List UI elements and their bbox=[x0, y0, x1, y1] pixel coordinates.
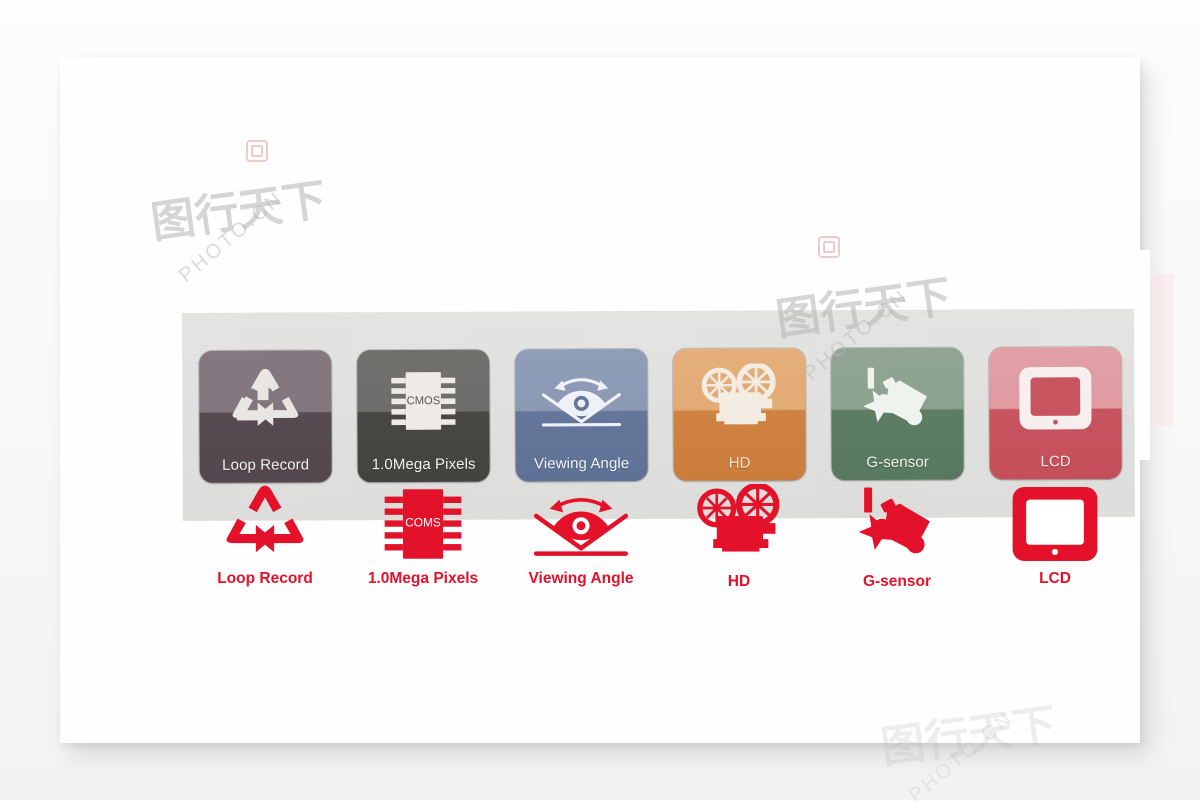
sliver-mask bbox=[1140, 250, 1150, 460]
chip-icon: CMOS bbox=[357, 358, 489, 445]
crash-impact-icon bbox=[831, 484, 963, 564]
movie-camera-icon bbox=[673, 356, 805, 443]
crash-impact-icon bbox=[831, 356, 963, 443]
tile-label: 1.0Mega Pixels bbox=[371, 455, 476, 474]
eye-angle-icon bbox=[515, 484, 647, 564]
tile-viewing-angle[interactable]: Viewing Angle bbox=[515, 348, 648, 482]
movie-camera-icon bbox=[673, 484, 805, 564]
tile-label: G-sensor bbox=[866, 453, 929, 472]
screen-icon bbox=[989, 484, 1121, 564]
screen-icon bbox=[989, 355, 1121, 442]
screenshot-stage: Loop Record CMOS 1.0Mega Pixels Viewing … bbox=[0, 0, 1200, 807]
recycle-icon bbox=[199, 484, 331, 564]
red-item-label: 1.0Mega Pixels bbox=[367, 570, 479, 587]
tile-mega-pixels[interactable]: CMOS 1.0Mega Pixels bbox=[357, 349, 490, 483]
chip-text: CMOS bbox=[407, 395, 441, 407]
tile-lcd[interactable]: LCD bbox=[989, 346, 1122, 480]
red-item-g-sensor[interactable]: G-sensor bbox=[831, 484, 963, 614]
tile-hd[interactable]: HD bbox=[673, 348, 806, 481]
tile-label: Viewing Angle bbox=[533, 455, 630, 473]
red-feature-icon-row: Loop Record COMS 1.0Mega Pixels Viewing … bbox=[60, 484, 1140, 614]
red-item-loop-record[interactable]: Loop Record bbox=[199, 484, 331, 614]
tile-label: Loop Record bbox=[222, 456, 310, 474]
red-item-lcd[interactable]: LCD bbox=[989, 484, 1121, 614]
tile-loop-record[interactable]: Loop Record bbox=[199, 350, 332, 483]
chip-icon: COMS bbox=[357, 484, 489, 564]
red-item-mega-pixels[interactable]: COMS 1.0Mega Pixels bbox=[357, 484, 489, 614]
eye-angle-icon bbox=[515, 357, 647, 444]
pink-edge-sliver bbox=[1148, 274, 1174, 426]
white-content-card: Loop Record CMOS 1.0Mega Pixels Viewing … bbox=[60, 57, 1140, 743]
chip-text: COMS bbox=[405, 516, 441, 530]
tile-g-sensor[interactable]: G-sensor bbox=[831, 347, 964, 481]
red-item-label: G-sensor bbox=[862, 573, 932, 590]
red-item-hd[interactable]: HD bbox=[673, 484, 805, 614]
tile-label: LCD bbox=[1040, 453, 1071, 471]
red-item-label: HD bbox=[727, 573, 751, 590]
recycle-icon bbox=[199, 358, 331, 445]
tile-label: HD bbox=[728, 454, 751, 472]
red-item-label: LCD bbox=[1039, 570, 1071, 587]
red-item-label: Loop Record bbox=[217, 570, 313, 587]
red-item-viewing-angle[interactable]: Viewing Angle bbox=[515, 484, 647, 614]
red-item-label: Viewing Angle bbox=[528, 570, 634, 587]
